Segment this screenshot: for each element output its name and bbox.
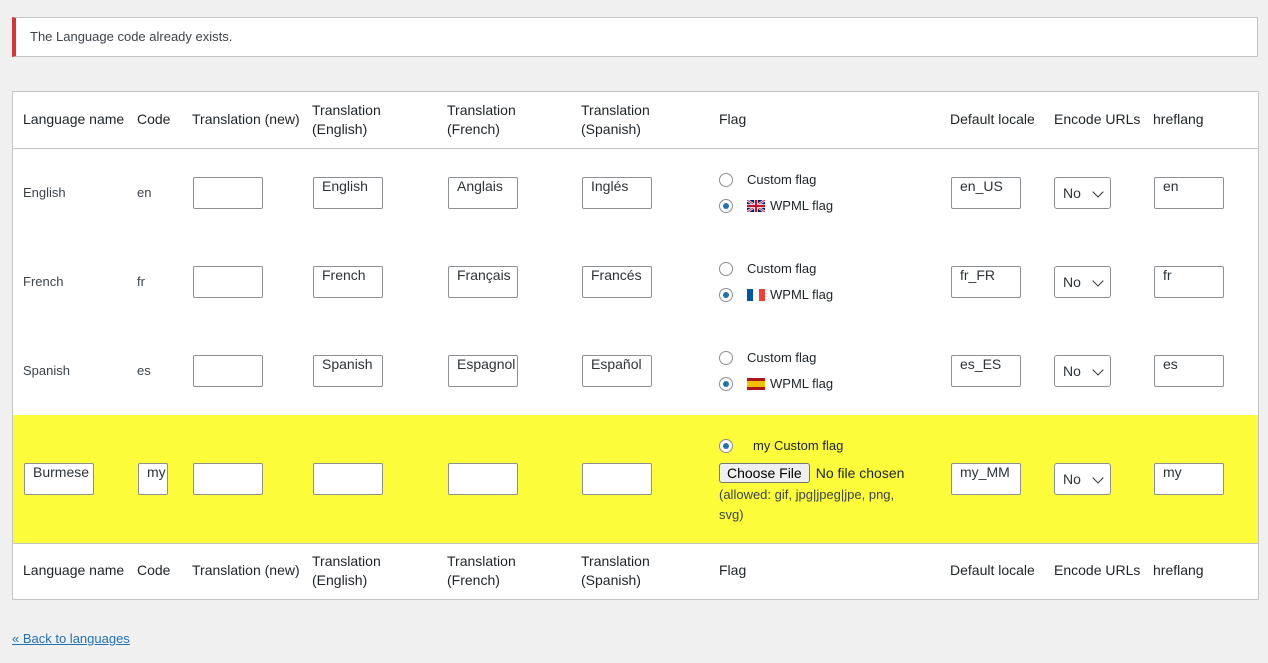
wpml-flag-radio[interactable] (719, 376, 733, 391)
languages-table: Language name Code Translation (new) Tra… (12, 91, 1259, 600)
col-translation-english: Translation (English) (312, 552, 381, 588)
hreflang-input[interactable]: en (1154, 176, 1224, 209)
language-name: English (23, 185, 66, 201)
flag-options: Custom flag WPML flag (719, 167, 940, 219)
col-translation-new: Translation (new) (192, 562, 300, 579)
hreflang-input[interactable]: fr (1154, 265, 1224, 298)
no-file-label: No file chosen (815, 464, 905, 481)
translation-spanish-input[interactable]: Francés (582, 265, 652, 298)
table-footer: Language name Code Translation (new) Tra… (13, 543, 1258, 598)
translation-french-input[interactable]: Anglais (448, 176, 518, 209)
language-code: en (137, 185, 152, 201)
encode-urls-select[interactable]: No (1054, 354, 1111, 387)
wpml-flag-label: WPML flag (770, 198, 834, 214)
custom-flag-label: Custom flag (747, 172, 817, 188)
translation-spanish-input[interactable]: Inglés (582, 176, 652, 209)
language-code-input[interactable]: my (138, 462, 168, 495)
hreflang-input[interactable]: my (1154, 462, 1224, 495)
default-locale-input[interactable]: es_ES (951, 354, 1021, 387)
translation-spanish-input[interactable] (582, 462, 652, 495)
chevron-down-icon (1092, 472, 1104, 484)
new-language-row: Burmese my my Custom flag Choose File No … (13, 415, 1258, 543)
language-name-input[interactable]: Burmese (24, 462, 94, 495)
language-name: French (23, 274, 64, 289)
chevron-down-icon (1092, 274, 1104, 287)
col-flag: Flag (719, 562, 747, 579)
translation-french-input[interactable] (448, 462, 518, 495)
spain-flag-icon (747, 377, 765, 390)
encode-urls-value: No (1063, 362, 1081, 379)
col-encode-urls: Encode URLs (1054, 111, 1141, 128)
custom-flag-radio[interactable] (719, 172, 733, 187)
encode-urls-select[interactable]: No (1054, 462, 1111, 495)
table-header: Language name Code Translation (new) Tra… (13, 92, 1258, 148)
col-code: Code (137, 111, 171, 128)
custom-flag-radio[interactable] (719, 261, 733, 276)
language-code: es (137, 363, 151, 378)
col-code: Code (137, 562, 171, 579)
translation-new-input[interactable] (193, 176, 263, 209)
encode-urls-value: No (1063, 184, 1081, 201)
wpml-flag-label: WPML flag (770, 287, 834, 302)
default-locale-input[interactable]: my_MM (951, 462, 1021, 495)
col-hreflang: hreflang (1153, 111, 1204, 128)
translation-english-input[interactable]: French (313, 265, 383, 298)
chevron-down-icon (1092, 363, 1104, 376)
flag-options: Custom flag WPML flag (719, 345, 940, 397)
custom-flag-radio[interactable] (719, 438, 733, 453)
choose-file-button[interactable]: Choose File (719, 462, 810, 483)
france-flag-icon (747, 288, 765, 301)
allowed-types-text: (allowed: gif, jpg|jpeg|jpe, png, svg) (719, 486, 895, 522)
translation-english-input[interactable] (313, 462, 383, 495)
language-name: Spanish (23, 363, 70, 378)
chevron-down-icon (1092, 186, 1104, 198)
col-translation-spanish: Translation (Spanish) (581, 552, 650, 588)
translation-new-input[interactable] (193, 462, 263, 495)
encode-urls-value: No (1063, 273, 1081, 290)
custom-flag-radio[interactable] (719, 350, 733, 365)
table-row: Spanish es Spanish Espagnol Español Cust… (13, 326, 1258, 415)
wpml-flag-radio[interactable] (719, 198, 733, 213)
custom-flag-label: Custom flag (747, 350, 817, 365)
col-language-name: Language name (23, 111, 125, 128)
translation-new-input[interactable] (193, 265, 263, 298)
encode-urls-value: No (1063, 470, 1081, 487)
col-translation-french: Translation (French) (447, 552, 516, 588)
col-translation-spanish: Translation (Spanish) (581, 101, 650, 137)
col-language-name: Language name (23, 562, 125, 579)
custom-flag-label: Custom flag (747, 261, 817, 276)
wpml-flag-radio[interactable] (719, 287, 733, 302)
encode-urls-select[interactable]: No (1054, 265, 1111, 298)
col-default-locale: Default locale (950, 562, 1035, 579)
translation-english-input[interactable]: English (313, 176, 383, 209)
col-hreflang: hreflang (1153, 562, 1204, 579)
table-row: French fr French Français Francés Custom… (13, 237, 1258, 326)
default-locale-input[interactable]: fr_FR (951, 265, 1021, 298)
translation-french-input[interactable]: Espagnol (448, 354, 518, 387)
notice-message: The Language code already exists. (30, 29, 233, 44)
translation-new-input[interactable] (193, 354, 263, 387)
flag-options: Custom flag WPML flag (719, 256, 940, 308)
flag-options: my Custom flag Choose File No file chosen… (719, 433, 940, 525)
col-translation-new: Translation (new) (192, 111, 300, 128)
col-translation-french: Translation (French) (447, 101, 516, 137)
translation-spanish-input[interactable]: Español (582, 354, 652, 387)
hreflang-input[interactable]: es (1154, 354, 1224, 387)
translation-french-input[interactable]: Français (448, 265, 518, 298)
error-notice: The Language code already exists. (12, 17, 1258, 57)
wpml-flag-label: WPML flag (770, 376, 834, 391)
language-code: fr (137, 274, 145, 289)
default-locale-input[interactable]: en_US (951, 176, 1021, 209)
col-default-locale: Default locale (950, 111, 1035, 128)
col-translation-english: Translation (English) (312, 101, 381, 137)
encode-urls-select[interactable]: No (1054, 176, 1111, 209)
table-row: English en English Anglais Inglés Custom… (13, 148, 1258, 237)
translation-english-input[interactable]: Spanish (313, 354, 383, 387)
broken-image-icon: my Custom flag (753, 438, 844, 454)
col-flag: Flag (719, 111, 747, 128)
back-to-languages-link[interactable]: « Back to languages (12, 631, 130, 646)
uk-flag-icon (747, 199, 765, 212)
col-encode-urls: Encode URLs (1054, 562, 1141, 579)
